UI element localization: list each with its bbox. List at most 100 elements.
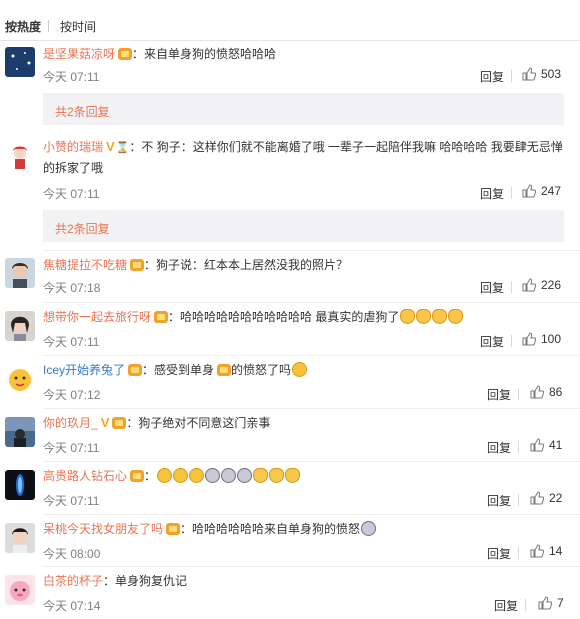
reply-button[interactable]: 回复	[480, 185, 504, 202]
like-count: 100	[541, 332, 562, 346]
username-link[interactable]: 高贵路人钻石心	[43, 469, 127, 483]
comment-body: ：感受到单身	[142, 363, 215, 377]
avatar[interactable]	[5, 141, 35, 171]
thumbs-up-icon	[522, 184, 537, 198]
like-button[interactable]: 7	[538, 596, 564, 610]
avatar[interactable]	[5, 311, 35, 341]
comment-body: ：来自单身狗的愤怒哈哈哈	[132, 47, 277, 61]
avatar[interactable]	[5, 417, 35, 447]
emoji-icon	[432, 309, 448, 324]
comment-divider	[43, 514, 580, 515]
comment-text: 你的玖月_ V ：狗子绝对不同意这门亲事	[43, 413, 570, 433]
comment-body: ：	[144, 469, 157, 483]
comment-divider	[43, 355, 580, 356]
thumbs-up-icon	[530, 385, 545, 399]
username-link[interactable]: 呆桃今天找女朋友了吗	[43, 522, 163, 536]
thumbs-up-icon	[530, 491, 545, 505]
like-button[interactable]: 503	[522, 67, 561, 81]
username-link[interactable]: 焦糖提拉不吃糖	[43, 258, 127, 272]
sub-replies-link[interactable]: 共2条回复	[43, 210, 564, 242]
emoji-icon	[361, 521, 377, 536]
comment-text: 呆桃今天找女朋友了吗 ：哈哈哈哈哈哈来自单身狗的愤怒	[43, 519, 570, 539]
like-count: 41	[549, 438, 563, 452]
comment-text: 焦糖提拉不吃糖 ：狗子说：红本本上居然没我的照片？	[43, 255, 570, 275]
comment-text: Icey开始养兔了 ：感受到单身 的愤怒了吗	[43, 360, 570, 380]
comment-time: 今天 08:00	[43, 547, 101, 561]
sub-replies-label: 共2条回复	[55, 222, 110, 236]
emoji-icon	[237, 468, 253, 483]
emoji-icon	[173, 468, 189, 483]
vip-v-icon: V	[106, 139, 115, 154]
avatar[interactable]	[5, 523, 35, 553]
reply-button[interactable]: 回复	[494, 597, 518, 614]
comment-text: 想带你一起去旅行呀 ：哈哈哈哈哈哈哈哈哈哈哈 最真实的虐狗了	[43, 307, 570, 327]
fan-badge-icon	[154, 311, 169, 323]
comment-body: ：哈哈哈哈哈哈哈哈哈哈哈 最真实的虐狗了	[168, 310, 400, 324]
action-divider	[518, 441, 519, 453]
avatar[interactable]	[5, 470, 35, 500]
username-link[interactable]: 你的玖月_	[43, 416, 98, 430]
comment-divider	[43, 408, 580, 409]
sort-by-time-tab[interactable]: 按时间	[60, 18, 96, 35]
comment-body-tail: 的愤怒了吗	[231, 363, 292, 377]
fan-badge-icon	[118, 48, 133, 60]
like-count: 22	[549, 491, 563, 505]
username-link[interactable]: 白茶的杯子	[43, 574, 103, 588]
reply-button[interactable]: 回复	[480, 68, 504, 85]
like-button[interactable]: 100	[522, 332, 561, 346]
fan-badge-icon	[217, 364, 232, 376]
thumbs-up-icon	[538, 596, 553, 610]
sort-divider	[48, 20, 49, 32]
avatar[interactable]	[5, 575, 35, 605]
like-button[interactable]: 226	[522, 278, 561, 292]
sub-replies-label: 共2条回复	[55, 105, 110, 119]
reply-button[interactable]: 回复	[487, 492, 511, 509]
emoji-icon	[253, 468, 269, 483]
like-count: 247	[541, 184, 562, 198]
comment-time: 今天 07:11	[43, 335, 100, 349]
emoji-icon	[205, 468, 221, 483]
like-button[interactable]: 86	[530, 385, 562, 399]
comment-text: 白茶的杯子：单身狗复仇记	[43, 571, 570, 591]
avatar[interactable]	[5, 364, 35, 394]
reply-button[interactable]: 回复	[487, 439, 511, 456]
like-button[interactable]: 14	[530, 544, 562, 558]
emoji-icon	[400, 309, 416, 324]
emoji-icon	[416, 309, 432, 324]
sub-replies-link[interactable]: 共2条回复	[43, 93, 564, 125]
vip-v-icon: V	[100, 415, 110, 430]
fan-badge-icon	[112, 417, 127, 429]
like-count: 86	[549, 385, 563, 399]
avatar[interactable]	[5, 47, 35, 77]
reply-button[interactable]: 回复	[480, 333, 504, 350]
emoji-icon	[285, 468, 301, 483]
comment-body: ：狗子说：红本本上居然没我的照片？	[144, 258, 349, 272]
avatar[interactable]	[5, 258, 35, 288]
username-link[interactable]: 是坚果菇凉呀	[43, 47, 115, 61]
sort-by-hot-tab[interactable]: 按热度	[5, 18, 41, 35]
action-divider	[511, 335, 512, 347]
comment-divider	[43, 566, 580, 567]
comment-time: 今天 07:18	[43, 281, 101, 295]
action-divider	[511, 70, 512, 82]
reply-button[interactable]: 回复	[487, 386, 511, 403]
username-link[interactable]: 想带你一起去旅行呀	[43, 310, 151, 324]
reply-button[interactable]: 回复	[487, 545, 511, 562]
thumbs-up-icon	[530, 544, 545, 558]
fan-badge-icon	[130, 470, 145, 482]
like-button[interactable]: 41	[530, 438, 562, 452]
action-divider	[511, 281, 512, 293]
comment-time: 今天 07:14	[43, 599, 101, 613]
action-divider	[525, 599, 526, 611]
comment-text: 小赞的瑞瑞 V⌛：不 狗子：这样你们就不能离婚了哦 一辈子一起陪伴我嘛 哈哈哈哈 …	[43, 137, 568, 178]
like-button[interactable]: 22	[530, 491, 562, 505]
fan-badge-icon	[166, 523, 181, 535]
emoji-icon	[269, 468, 285, 483]
reply-button[interactable]: 回复	[480, 279, 504, 296]
username-link[interactable]: 小赞的瑞瑞	[43, 140, 103, 154]
action-divider	[518, 494, 519, 506]
thumbs-up-icon	[522, 67, 537, 81]
username-link[interactable]: Icey开始养兔了	[43, 363, 125, 377]
action-divider	[511, 187, 512, 199]
like-button[interactable]: 247	[522, 184, 561, 198]
